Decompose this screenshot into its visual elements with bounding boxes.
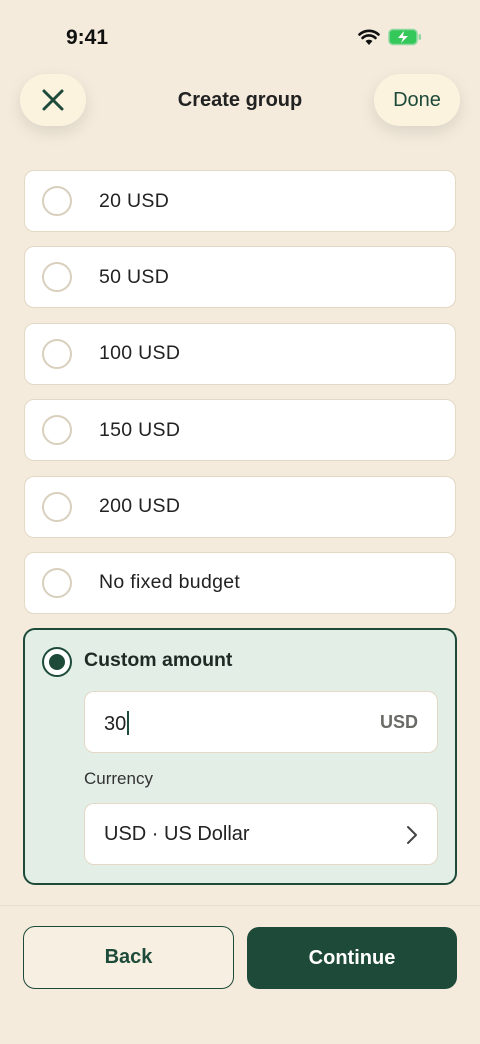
status-icons: [358, 28, 422, 46]
done-button[interactable]: Done: [374, 74, 460, 126]
wifi-icon: [358, 29, 380, 45]
option-label: 150 USD: [99, 418, 181, 441]
currency-label: Currency: [84, 769, 153, 788]
custom-amount-label: Custom amount: [84, 649, 233, 671]
navigation-bar: Create group Done: [0, 74, 480, 128]
currency-value: USD · US Dollar: [104, 823, 250, 845]
custom-amount-card[interactable]: Custom amount 30 USD Currency USD · US D…: [23, 628, 457, 885]
radio-button[interactable]: [42, 567, 72, 598]
budget-option-50[interactable]: 50 USD: [24, 246, 456, 309]
amount-unit: USD: [379, 712, 418, 732]
option-label: 200 USD: [99, 495, 181, 518]
radio-dot: [49, 654, 65, 670]
battery-charging-icon: [388, 28, 421, 46]
radio-button-selected[interactable]: [42, 647, 72, 677]
radio-button[interactable]: [42, 262, 72, 293]
radio-button[interactable]: [42, 491, 72, 522]
radio-button[interactable]: [42, 338, 72, 369]
currency-select[interactable]: USD · US Dollar: [84, 803, 438, 865]
option-label: 20 USD: [99, 189, 170, 212]
option-label: No fixed budget: [99, 571, 241, 594]
budget-option-150[interactable]: 150 USD: [24, 399, 456, 462]
amount-input[interactable]: 30 USD: [84, 691, 438, 753]
radio-button[interactable]: [42, 186, 72, 216]
status-time: 9:41: [66, 26, 109, 49]
budget-option-20[interactable]: 20 USD: [24, 170, 456, 232]
footer-divider: [0, 905, 480, 906]
budget-option-200[interactable]: 200 USD: [24, 475, 456, 538]
option-label: 100 USD: [99, 342, 181, 365]
radio-button[interactable]: [42, 415, 72, 446]
budget-options-list: 20 USD 50 USD 100 USD 150 USD 200 USD No…: [24, 170, 456, 628]
option-label: 50 USD: [99, 265, 170, 288]
chevron-right-icon: [407, 826, 417, 844]
back-button[interactable]: Back: [23, 926, 234, 989]
amount-value: 30: [104, 711, 130, 736]
status-bar: 9:41: [0, 0, 480, 74]
budget-option-no-fixed[interactable]: No fixed budget: [24, 551, 456, 614]
text-caret: [127, 711, 130, 735]
budget-option-100[interactable]: 100 USD: [24, 322, 456, 385]
continue-button[interactable]: Continue: [247, 927, 457, 989]
